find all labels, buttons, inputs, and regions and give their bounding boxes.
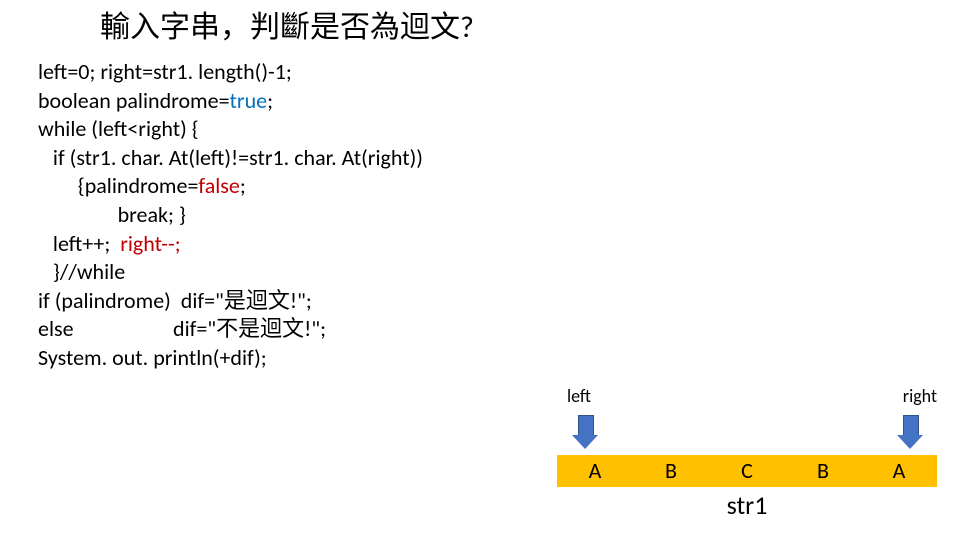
code-line: }//while: [38, 258, 423, 287]
pointer-labels: left right: [557, 385, 937, 415]
string-cell: B: [785, 455, 861, 487]
left-pointer-label: left: [567, 385, 591, 407]
code-line: left++; right--;: [38, 230, 423, 259]
slide-title: 輸入字串，判斷是否為迴文?: [100, 2, 474, 46]
arrow-down-icon: [897, 415, 923, 449]
palindrome-diagram: left right A B C B A str1: [557, 385, 937, 521]
code-line: System. out. println(+dif);: [38, 344, 423, 373]
right-pointer-label: right: [903, 385, 937, 407]
string-cell: A: [557, 455, 633, 487]
variable-name-label: str1: [557, 489, 937, 521]
code-line: {palindrome=false;: [38, 172, 423, 201]
string-cells: A B C B A: [557, 455, 937, 487]
code-line: else dif="不是迴文!";: [38, 315, 423, 344]
code-line: if (palindrome) dif="是迴文!";: [38, 287, 423, 316]
string-cell: B: [633, 455, 709, 487]
code-line: left=0; right=str1. length()-1;: [38, 58, 423, 87]
code-line: boolean palindrome=true;: [38, 87, 423, 116]
string-cell: A: [861, 455, 937, 487]
code-line: break; }: [38, 201, 423, 230]
arrow-row: [557, 415, 937, 455]
code-line: while (left<right) {: [38, 115, 423, 144]
code-line: if (str1. char. At(left)!=str1. char. At…: [38, 144, 423, 173]
string-cell: C: [709, 455, 785, 487]
code-block: left=0; right=str1. length()-1; boolean …: [38, 58, 423, 373]
arrow-down-icon: [572, 415, 598, 449]
